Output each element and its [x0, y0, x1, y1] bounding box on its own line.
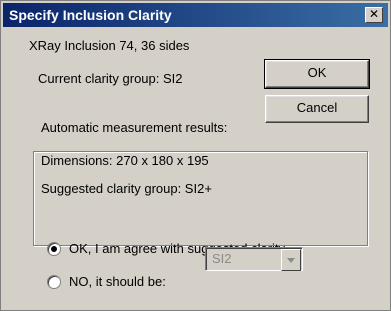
other-radio-label: NO, it should be: [69, 274, 166, 289]
suggested-clarity-label: Suggested clarity group: SI2+ [41, 181, 212, 196]
agree-radio[interactable] [47, 241, 61, 256]
current-clarity-label: Current clarity group: SI2 [38, 71, 183, 86]
inclusion-label: XRay Inclusion 74, 36 sides [29, 38, 190, 53]
dimensions-label: Dimensions: 270 x 180 x 195 [41, 153, 209, 168]
results-caption: Automatic measurement results: [39, 120, 230, 135]
close-button[interactable]: ✕ [365, 7, 383, 23]
close-icon: ✕ [368, 7, 380, 21]
dialog-window: Specify Inclusion Clarity ✕ XRay Inclusi… [0, 0, 391, 311]
chevron-down-icon[interactable] [281, 249, 301, 271]
other-radio-row[interactable]: NO, it should be: [47, 274, 166, 289]
ok-button[interactable]: OK [264, 59, 370, 89]
dialog-body: XRay Inclusion 74, 36 sides Current clar… [3, 28, 388, 308]
dialog-title: Specify Inclusion Clarity [9, 7, 172, 23]
clarity-select-value: SI2 [212, 251, 232, 266]
clarity-select[interactable]: SI2 [205, 247, 303, 271]
other-radio[interactable] [47, 274, 61, 289]
cancel-button[interactable]: Cancel [265, 95, 369, 123]
title-bar: Specify Inclusion Clarity ✕ [3, 3, 388, 27]
